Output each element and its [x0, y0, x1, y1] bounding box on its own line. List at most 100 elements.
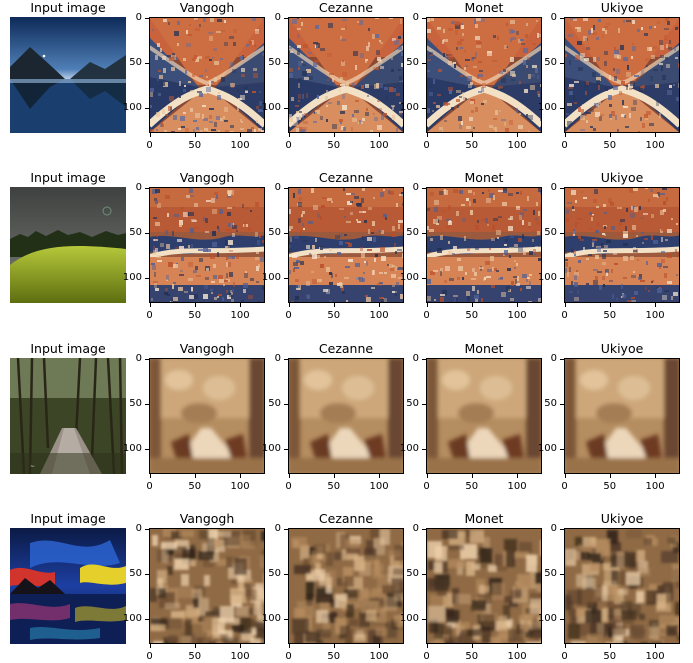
y-tick-mark: [145, 232, 149, 234]
x-tick-label: 100: [645, 481, 665, 492]
x-tick-mark: [609, 303, 611, 307]
y-tick-label: 50: [544, 56, 557, 68]
style-transferred-image: [288, 358, 404, 474]
x-tick-mark: [655, 133, 657, 137]
x-tick-label: 50: [465, 481, 479, 492]
y-tick-mark: [284, 278, 288, 280]
y-tick-mark: [422, 449, 426, 451]
input-photo: [10, 17, 126, 133]
x-tick-mark: [426, 133, 428, 137]
x-tick-mark: [194, 133, 196, 137]
y-tick-label: 100: [122, 272, 142, 284]
y-tick-label: 100: [399, 443, 419, 455]
y-tick-label: 0: [412, 181, 419, 193]
x-tick-mark: [333, 133, 335, 137]
y-tick-label: 0: [412, 352, 419, 364]
cezanne-panel-row-1: Cezanne 0 50 100 0 50 100: [262, 0, 404, 151]
y-tick-mark: [560, 358, 564, 360]
y-tick-mark: [284, 62, 288, 64]
x-tick-mark: [564, 644, 566, 648]
x-tick-mark: [379, 474, 381, 478]
x-tick-label: 50: [327, 140, 341, 151]
style-transferred-image: [564, 528, 680, 644]
x-tick-label: 100: [230, 651, 250, 662]
x-tick-label: 100: [645, 140, 665, 151]
x-tick-mark: [240, 133, 242, 137]
x-tick-label: 50: [603, 481, 617, 492]
y-tick-mark: [284, 403, 288, 405]
svg-text:~: ~: [30, 463, 35, 470]
y-tick-label: 50: [268, 397, 281, 409]
style-transferred-image: [426, 187, 542, 303]
x-tick-mark: [149, 644, 151, 648]
x-tick-label: 50: [327, 651, 341, 662]
x-tick-mark: [564, 133, 566, 137]
panel-title: Ukiyoe: [600, 341, 644, 356]
y-tick-label: 100: [122, 613, 142, 625]
x-tick-mark: [471, 474, 473, 478]
y-tick-mark: [560, 449, 564, 451]
y-tick-mark: [145, 449, 149, 451]
input-image-panel-row-4: Input image: [10, 511, 126, 644]
y-tick-mark: [145, 278, 149, 280]
style-transferred-image: [149, 528, 265, 644]
x-tick-label: 100: [230, 310, 250, 321]
x-tick-label: 100: [507, 310, 527, 321]
x-tick-mark: [379, 303, 381, 307]
x-tick-mark: [655, 474, 657, 478]
y-tick-label: 0: [550, 352, 557, 364]
ukiyoe-panel-row-2: Ukiyoe 0 50 100 0 50 100: [538, 170, 680, 321]
style-transferred-image: [288, 528, 404, 644]
y-tick-mark: [284, 232, 288, 234]
x-tick-mark: [564, 474, 566, 478]
y-tick-mark: [422, 573, 426, 575]
y-tick-mark: [560, 17, 564, 19]
x-tick-mark: [288, 133, 290, 137]
y-tick-mark: [145, 573, 149, 575]
x-tick-mark: [471, 644, 473, 648]
y-tick-label: 50: [129, 56, 142, 68]
x-tick-label: 0: [285, 651, 292, 662]
style-transferred-image: [564, 17, 680, 133]
y-tick-label: 0: [135, 352, 142, 364]
x-tick-mark: [149, 133, 151, 137]
y-tick-label: 0: [550, 11, 557, 23]
y-tick-mark: [560, 528, 564, 530]
y-tick-mark: [422, 528, 426, 530]
y-tick-mark: [145, 528, 149, 530]
style-transferred-image: [426, 17, 542, 133]
style-transferred-image: [564, 358, 680, 474]
x-tick-label: 0: [423, 310, 430, 321]
x-tick-label: 0: [423, 140, 430, 151]
y-tick-label: 0: [135, 181, 142, 193]
y-tick-label: 100: [399, 102, 419, 114]
x-tick-mark: [379, 133, 381, 137]
style-transferred-image: [564, 187, 680, 303]
x-tick-mark: [240, 303, 242, 307]
panel-title: Ukiyoe: [600, 170, 644, 185]
cezanne-panel-row-3: Cezanne 0 50 100 0 50 100: [262, 341, 404, 492]
y-tick-label: 0: [274, 352, 281, 364]
x-tick-label: 0: [285, 481, 292, 492]
input-photo: [10, 187, 126, 303]
x-tick-label: 0: [285, 140, 292, 151]
y-tick-label: 0: [550, 522, 557, 534]
y-tick-mark: [284, 17, 288, 19]
x-tick-label: 50: [188, 310, 202, 321]
y-tick-label: 0: [274, 11, 281, 23]
y-tick-label: 100: [122, 443, 142, 455]
input-image-panel-row-1: Input image: [10, 0, 126, 133]
y-tick-mark: [284, 619, 288, 621]
y-tick-label: 50: [268, 226, 281, 238]
y-tick-mark: [145, 358, 149, 360]
ukiyoe-panel-row-3: Ukiyoe 0 50 100 0 50 100: [538, 341, 680, 492]
style-transferred-image: [288, 187, 404, 303]
vangogh-panel-row-3: Vangogh 0 50 100 0 50 100: [123, 341, 265, 492]
x-tick-mark: [379, 644, 381, 648]
y-tick-mark: [560, 619, 564, 621]
y-tick-mark: [145, 187, 149, 189]
x-tick-mark: [426, 303, 428, 307]
x-tick-label: 100: [507, 651, 527, 662]
y-tick-mark: [560, 403, 564, 405]
y-tick-mark: [145, 403, 149, 405]
